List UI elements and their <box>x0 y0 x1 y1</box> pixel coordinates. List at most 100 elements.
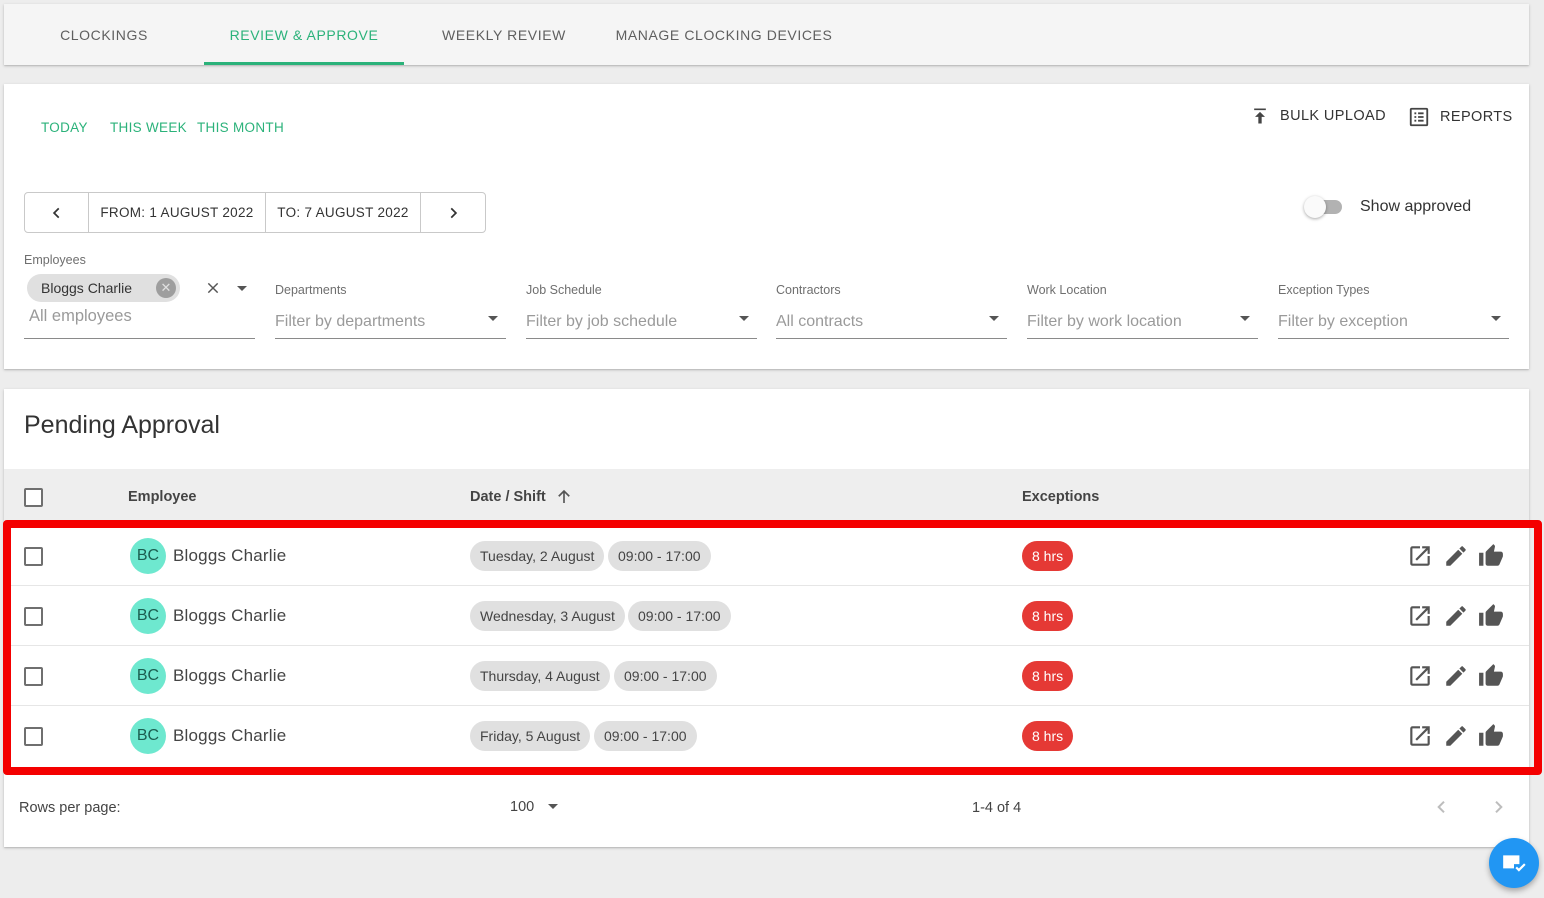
rows-per-page-label: Rows per page: <box>19 800 121 816</box>
tab-weekly-review[interactable]: WEEKLY REVIEW <box>404 4 604 65</box>
bulk-upload-label: BULK UPLOAD <box>1280 108 1386 124</box>
avatar: BC <box>130 538 166 574</box>
edit-icon[interactable] <box>1443 723 1469 749</box>
this-week-link[interactable]: THIS WEEK <box>110 120 187 135</box>
employee-name: Bloggs Charlie <box>173 666 287 685</box>
exception-types-filter-label: Exception Types <box>1278 283 1370 297</box>
column-employee[interactable]: Employee <box>128 489 197 505</box>
column-date-shift[interactable]: Date / Shift <box>470 489 546 505</box>
employees-placeholder[interactable]: All employees <box>29 307 229 326</box>
shift-pill: 09:00 - 17:00 <box>628 601 731 631</box>
toggle-switch[interactable] <box>1304 196 1342 218</box>
exception-badge: 8 hrs <box>1022 661 1074 691</box>
reports-button[interactable]: REPORTS <box>1408 106 1513 128</box>
approve-thumb-up-icon[interactable] <box>1478 543 1504 569</box>
tab-manage-clocking-devices[interactable]: MANAGE CLOCKING DEVICES <box>604 4 844 65</box>
departments-placeholder: Filter by departments <box>275 313 426 330</box>
avatar: BC <box>130 718 166 754</box>
row-checkbox[interactable] <box>24 607 43 626</box>
chevron-down-icon[interactable] <box>488 316 498 321</box>
departments-filter[interactable]: Departments Filter by departments <box>275 280 506 339</box>
employee-name: Bloggs Charlie <box>173 606 287 625</box>
bulk-upload-button[interactable]: BULK UPLOAD <box>1250 106 1386 126</box>
departments-filter-label: Departments <box>275 283 347 297</box>
clear-icon[interactable] <box>206 281 220 295</box>
today-link[interactable]: TODAY <box>41 120 88 135</box>
open-external-icon[interactable] <box>1407 723 1433 749</box>
date-pill: Wednesday, 3 August <box>470 601 625 631</box>
employees-filter-label: Employees <box>24 253 86 267</box>
arrow-up-icon[interactable] <box>555 488 573 506</box>
open-external-icon[interactable] <box>1407 543 1433 569</box>
date-range-navigator: FROM: 1 AUGUST 2022 TO: 7 AUGUST 2022 <box>24 192 486 233</box>
chip-remove-icon[interactable]: ✕ <box>156 278 176 298</box>
rows-per-page-value: 100 <box>510 799 535 815</box>
table-row[interactable]: BC Bloggs Charlie Thursday, 4 August 09:… <box>4 646 1529 706</box>
date-pill: Thursday, 4 August <box>470 661 610 691</box>
date-to-button[interactable]: TO: 7 AUGUST 2022 <box>266 193 421 232</box>
chevron-left-icon <box>52 207 59 218</box>
exception-types-filter[interactable]: Exception Types Filter by exception <box>1278 280 1509 339</box>
pagination-range: 1-4 of 4 <box>972 800 1022 816</box>
column-exceptions[interactable]: Exceptions <box>1022 489 1099 505</box>
employees-filter[interactable]: Employees Bloggs Charlie ✕ All employees <box>24 250 255 339</box>
open-external-icon[interactable] <box>1407 603 1433 629</box>
shift-pill: 09:00 - 17:00 <box>614 661 717 691</box>
chevron-down-icon[interactable] <box>739 316 749 321</box>
edit-icon[interactable] <box>1443 663 1469 689</box>
chevron-down-icon[interactable] <box>1240 316 1250 321</box>
row-checkbox[interactable] <box>24 667 43 686</box>
rows-per-page-select[interactable]: 100 <box>510 793 564 821</box>
previous-page-icon[interactable] <box>1434 799 1450 815</box>
employee-name: Bloggs Charlie <box>173 546 287 565</box>
row-checkbox[interactable] <box>24 727 43 746</box>
date-from-button[interactable]: FROM: 1 AUGUST 2022 <box>89 193 266 232</box>
tab-clockings[interactable]: CLOCKINGS <box>4 4 204 65</box>
chevron-down-icon[interactable] <box>1491 316 1501 321</box>
contractors-placeholder: All contracts <box>776 313 864 330</box>
avatar: BC <box>130 658 166 694</box>
work-location-filter[interactable]: Work Location Filter by work location <box>1027 280 1258 339</box>
shift-pill: 09:00 - 17:00 <box>608 541 711 571</box>
employee-chip[interactable]: Bloggs Charlie ✕ <box>27 274 180 302</box>
chevron-down-icon[interactable] <box>237 286 247 291</box>
job-schedule-filter[interactable]: Job Schedule Filter by job schedule <box>526 280 757 339</box>
table-row[interactable]: BC Bloggs Charlie Wednesday, 3 August 09… <box>4 586 1529 646</box>
row-checkbox[interactable] <box>24 547 43 566</box>
approve-thumb-up-icon[interactable] <box>1478 723 1504 749</box>
reports-label: REPORTS <box>1440 109 1513 125</box>
edit-icon[interactable] <box>1443 543 1469 569</box>
approve-thumb-up-icon[interactable] <box>1478 603 1504 629</box>
list-icon <box>1409 107 1429 127</box>
chevron-down-icon[interactable] <box>989 316 999 321</box>
chevron-right-icon <box>450 207 458 218</box>
edit-icon[interactable] <box>1443 603 1469 629</box>
show-approved-toggle[interactable]: Show approved <box>1304 196 1472 218</box>
next-page-icon[interactable] <box>1490 799 1506 815</box>
exception-badge: 8 hrs <box>1022 721 1074 751</box>
exception-badge: 8 hrs <box>1022 601 1074 631</box>
review-list-fab[interactable] <box>1489 838 1539 888</box>
avatar: BC <box>130 598 166 634</box>
approve-thumb-up-icon[interactable] <box>1478 663 1504 689</box>
chevron-down-icon <box>548 804 558 809</box>
job-schedule-filter-label: Job Schedule <box>526 283 602 297</box>
tab-review-approve[interactable]: REVIEW & APPROVE <box>204 4 404 65</box>
contractors-filter[interactable]: Contractors All contracts <box>776 280 1007 339</box>
select-all-checkbox[interactable] <box>24 488 43 507</box>
open-external-icon[interactable] <box>1407 663 1433 689</box>
previous-week-button[interactable] <box>25 193 89 232</box>
next-week-button[interactable] <box>421 193 485 232</box>
exception-badge: 8 hrs <box>1022 541 1074 571</box>
playlist-check-icon <box>1503 855 1526 872</box>
employee-name: Bloggs Charlie <box>173 726 287 745</box>
employee-chip-label: Bloggs Charlie <box>41 280 133 296</box>
shift-pill: 09:00 - 17:00 <box>594 721 697 751</box>
this-month-link[interactable]: THIS MONTH <box>197 120 284 135</box>
exception-types-placeholder: Filter by exception <box>1278 313 1408 330</box>
table-header: Employee Date / Shift Exceptions <box>4 469 1529 525</box>
table-row[interactable]: BC Bloggs Charlie Friday, 5 August 09:00… <box>4 706 1529 766</box>
date-pill: Tuesday, 2 August <box>470 541 605 571</box>
show-approved-label: Show approved <box>1360 198 1472 215</box>
table-row[interactable]: BC Bloggs Charlie Tuesday, 2 August 09:0… <box>4 526 1529 586</box>
